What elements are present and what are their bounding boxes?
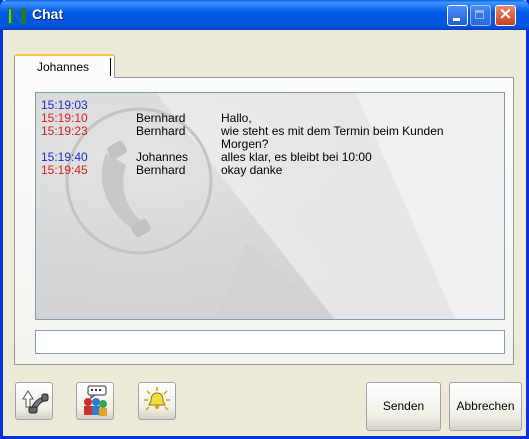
message-time: 15:19:23 <box>41 124 88 138</box>
send-button[interactable]: Senden <box>366 382 441 431</box>
alarm-bell-icon <box>144 387 170 411</box>
message-sender: Bernhard <box>136 124 186 138</box>
window-title: Chat <box>32 6 64 22</box>
message-sender: Bernhard <box>136 163 186 177</box>
users-icon <box>84 385 107 416</box>
phone-icon <box>22 390 49 414</box>
message-row: 15:19:23 Bernhard wie steht es mit dem T… <box>41 125 501 151</box>
call-button[interactable] <box>15 382 53 420</box>
title-bar[interactable]: Chat × <box>0 0 529 30</box>
tab-label: Johannes <box>36 60 90 74</box>
message-time: 15:19:45 <box>41 163 88 177</box>
alert-button[interactable] <box>138 382 176 420</box>
app-icon <box>8 8 26 24</box>
maximize-button[interactable] <box>470 5 491 26</box>
close-button[interactable]: × <box>495 4 516 26</box>
cancel-button[interactable]: Abbrechen <box>449 382 522 431</box>
message-input[interactable] <box>35 330 505 354</box>
message-text: okay danke <box>221 163 283 177</box>
chat-history[interactable]: 15:19:03 15:19:10 Bernhard Hallo, 15:19:… <box>35 92 505 320</box>
close-icon: × <box>498 4 513 24</box>
tab-johannes[interactable]: Johannes <box>14 54 115 78</box>
minimize-button[interactable] <box>447 5 468 26</box>
participants-button[interactable] <box>76 382 114 420</box>
message-text: wie steht es mit dem Termin beim Kunden … <box>221 124 444 151</box>
message-row: 15:19:45 Bernhard okay danke <box>41 164 501 177</box>
message-row: 15:19:03 <box>41 99 501 112</box>
